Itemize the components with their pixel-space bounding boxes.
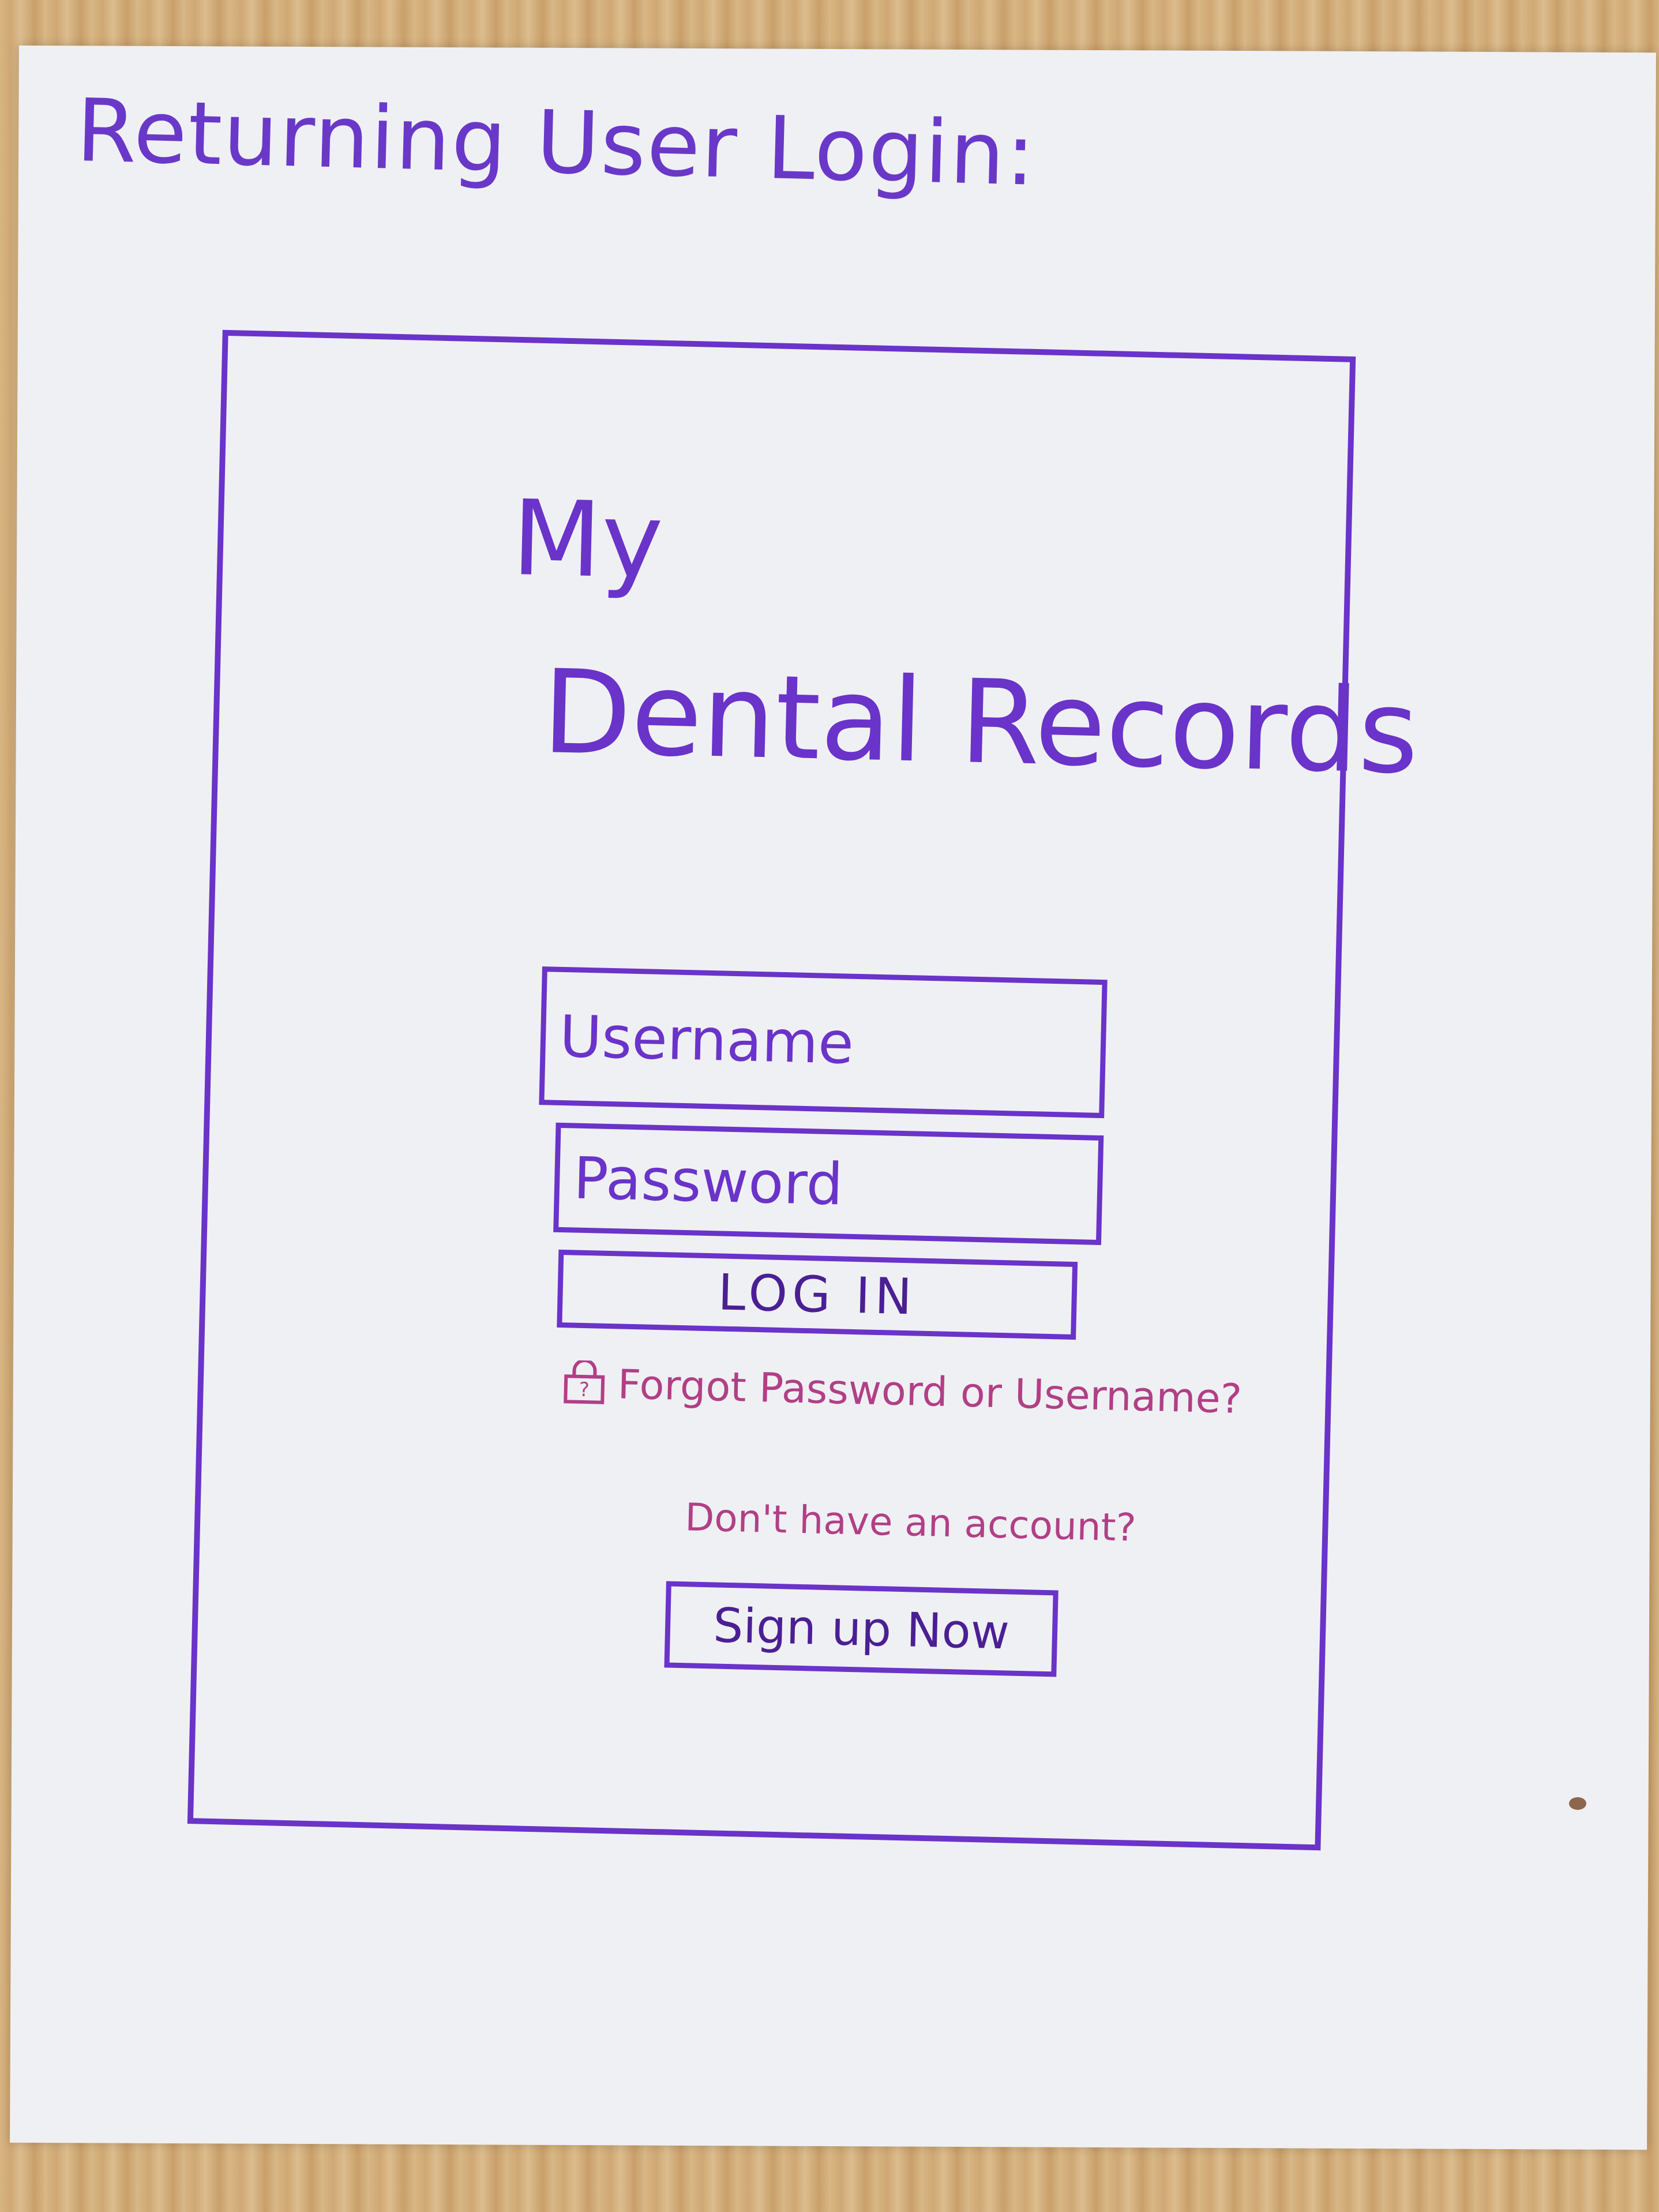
no-account-text: Don't have an account? <box>684 1495 1137 1550</box>
forgot-credentials-link[interactable]: ? Forgot Password or Username? <box>561 1359 1243 1423</box>
username-placeholder: Username <box>558 1002 855 1077</box>
login-button[interactable]: LOG IN <box>557 1249 1078 1340</box>
login-button-label: LOG IN <box>717 1263 917 1326</box>
username-input[interactable]: Username <box>539 966 1108 1119</box>
signup-button-label: Sign up Now <box>712 1598 1010 1660</box>
app-title-line1: My <box>511 478 665 602</box>
signup-button[interactable]: Sign up Now <box>664 1581 1059 1677</box>
mobile-screen-frame: My Dental Records Username Password LOG … <box>187 329 1420 1851</box>
paper-sketch: Returning User Login: My Dental Records … <box>10 45 1656 2150</box>
sketch-heading: Returning User Login: <box>75 80 1038 205</box>
password-placeholder: Password <box>573 1144 844 1218</box>
lock-icon: ? <box>561 1359 608 1407</box>
app-title-line2: Dental Records <box>541 645 1420 800</box>
svg-text:?: ? <box>579 1378 590 1401</box>
table-smudge <box>1569 1797 1586 1810</box>
forgot-link-text: Forgot Password or Username? <box>617 1360 1243 1423</box>
password-input[interactable]: Password <box>553 1122 1104 1246</box>
